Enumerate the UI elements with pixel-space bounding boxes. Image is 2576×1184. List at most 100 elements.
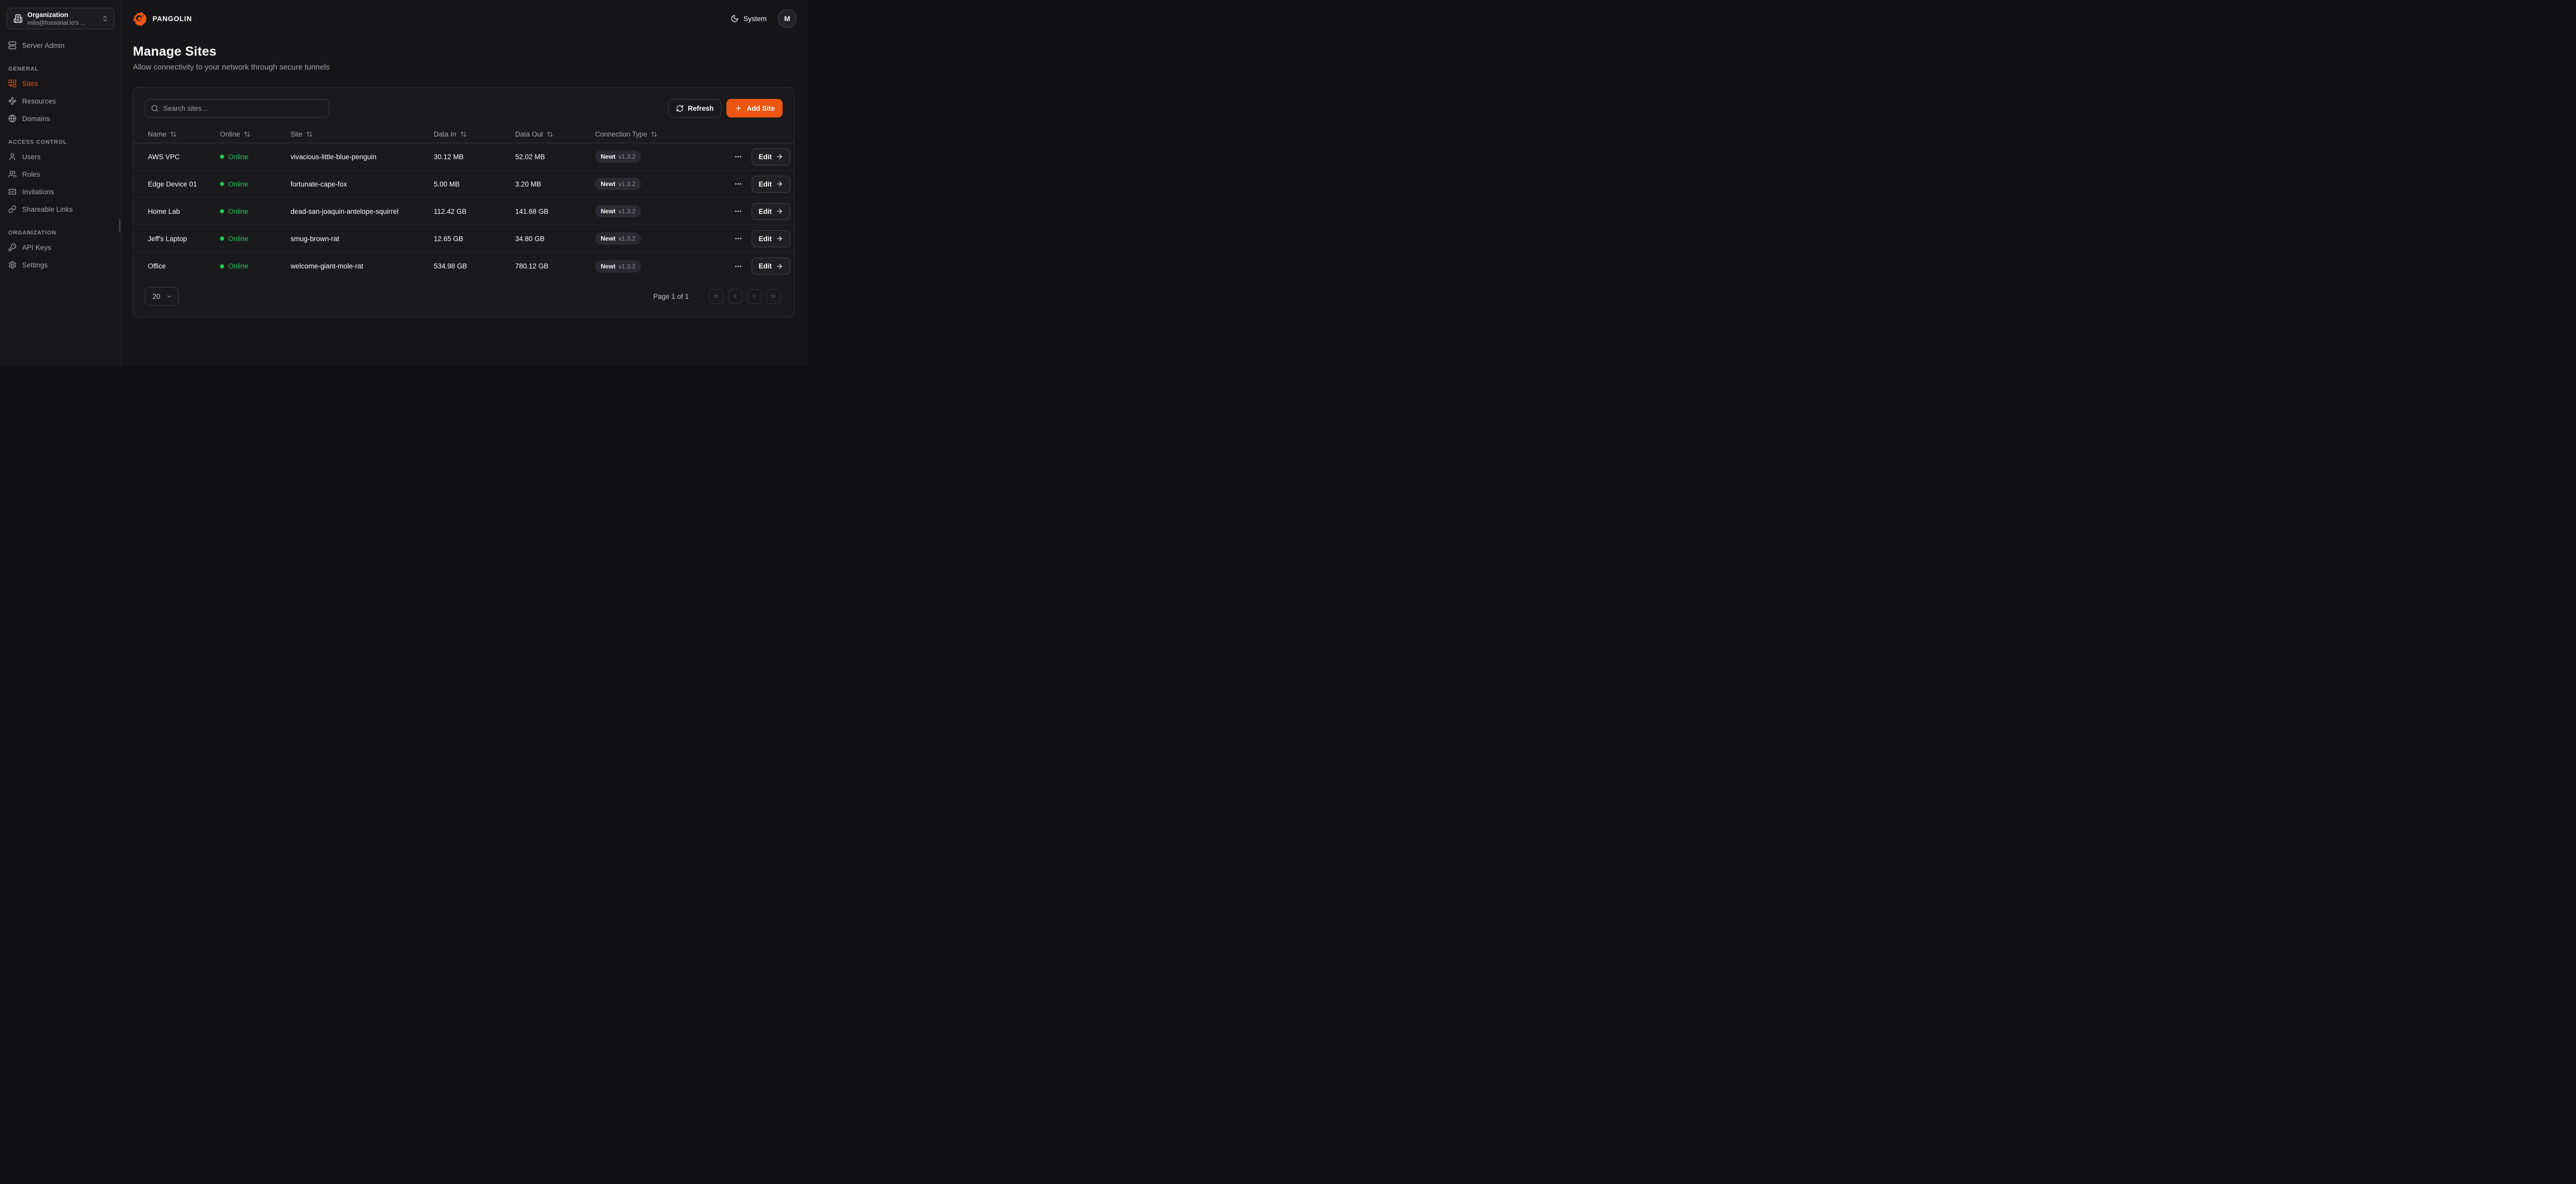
table-row: Home Lab Online dead-san-joaquin-antelop… [133, 198, 794, 225]
connection-type: Newt [601, 208, 616, 215]
globe-icon [8, 114, 16, 123]
sidebar-item-settings[interactable]: Settings [8, 256, 113, 274]
column-header[interactable]: Name [148, 130, 220, 138]
edit-button[interactable]: Edit [752, 176, 791, 193]
users-icon [8, 170, 16, 178]
edit-button[interactable]: Edit [752, 258, 791, 275]
first-page-button[interactable] [709, 289, 723, 304]
nav-section-title: General [8, 66, 113, 72]
sidebar-item-users[interactable]: Users [8, 148, 113, 165]
chevron-right-icon [751, 293, 758, 300]
status-text: Online [228, 153, 248, 161]
sidebar-item-label: Shareable Links [22, 206, 73, 213]
sidebar-nav: Server Admin General Sites Resources Domains… [0, 29, 121, 274]
sidebar-item-roles[interactable]: Roles [8, 165, 113, 183]
data-in-value: 5.00 MB [434, 180, 515, 188]
online-dot [220, 264, 224, 268]
column-header[interactable]: Data In [434, 130, 515, 138]
column-header[interactable]: Data Out [515, 130, 595, 138]
data-in-value: 112.42 GB [434, 208, 515, 215]
row-menu-button[interactable] [733, 261, 744, 272]
theme-toggle[interactable]: System [731, 14, 767, 23]
connection-type: Newt [601, 263, 616, 270]
row-menu-button[interactable] [733, 233, 744, 244]
waypoints-icon [8, 97, 16, 105]
row-menu-button[interactable] [733, 151, 744, 162]
sidebar-item-label: Resources [22, 97, 56, 105]
sidebar-item-server-admin[interactable]: Server Admin [8, 37, 113, 54]
row-menu-button[interactable] [733, 178, 744, 190]
user-icon [8, 153, 16, 161]
column-header[interactable]: Online [220, 130, 291, 138]
sidebar-item-domains[interactable]: Domains [8, 110, 113, 127]
table-toolbar: Refresh Add Site [133, 99, 794, 117]
last-page-button[interactable] [766, 289, 781, 304]
key-icon [8, 243, 16, 251]
column-header[interactable]: Connection Type [595, 130, 717, 138]
connection-type-badge: Newt v1.3.2 [595, 150, 641, 163]
theme-label: System [743, 15, 767, 23]
sidebar-item-sites[interactable]: Sites [8, 75, 113, 92]
sidebar-item-label: Invitations [22, 188, 54, 196]
arrow-right-icon [776, 153, 783, 160]
site-slug: smug-brown-rat [291, 235, 434, 243]
arrow-right-icon [776, 235, 783, 242]
online-dot [220, 182, 224, 186]
page-info: Page 1 of 1 [653, 293, 689, 300]
sidebar-item-label: Roles [22, 171, 40, 178]
brand[interactable]: PANGOLIN [133, 11, 192, 26]
topbar: PANGOLIN System M [122, 0, 808, 37]
org-switcher[interactable]: Organization milo@fossorial.io's ... [7, 8, 114, 29]
org-value: milo@fossorial.io's ... [27, 19, 101, 27]
edit-button[interactable]: Edit [752, 230, 791, 247]
connection-version: v1.3.2 [619, 235, 636, 242]
sidebar-scrollbar[interactable] [119, 219, 121, 232]
column-header[interactable]: Site [291, 130, 434, 138]
avatar[interactable]: M [778, 9, 796, 28]
ticket-check-icon [8, 188, 16, 196]
connection-type-badge: Newt v1.3.2 [595, 205, 641, 217]
status-text: Online [228, 235, 248, 243]
chevrons-right-icon [770, 293, 777, 300]
sidebar-item-api-keys[interactable]: API Keys [8, 239, 113, 256]
data-in-value: 30.12 MB [434, 153, 515, 161]
add-site-button[interactable]: Add Site [726, 99, 783, 117]
building-icon [13, 14, 23, 23]
sidebar-item-label: Settings [22, 261, 48, 269]
chevrons-left-icon [713, 293, 720, 300]
connection-version: v1.3.2 [619, 180, 636, 188]
search-input[interactable] [163, 105, 323, 112]
data-in-value: 12.65 GB [434, 235, 515, 243]
arrow-up-down-icon [651, 131, 657, 138]
chevrons-up-down-icon [101, 15, 109, 22]
sidebar-item-invitations[interactable]: Invitations [8, 183, 113, 200]
connection-type-badge: Newt v1.3.2 [595, 178, 641, 190]
sidebar-item-shareable-links[interactable]: Shareable Links [8, 200, 113, 218]
site-status: Online [220, 180, 291, 188]
gear-icon [8, 261, 16, 269]
data-out-value: 780.12 GB [515, 262, 595, 270]
refresh-button[interactable]: Refresh [668, 99, 721, 117]
connection-version: v1.3.2 [619, 208, 636, 215]
prev-page-button[interactable] [728, 289, 742, 304]
arrow-up-down-icon [170, 131, 177, 138]
online-dot [220, 209, 224, 213]
sidebar-item-label: Server Admin [22, 42, 64, 49]
site-name: Home Lab [148, 208, 220, 215]
page-size-select[interactable]: 20 [145, 287, 179, 306]
edit-button[interactable]: Edit [752, 148, 791, 165]
table-body: AWS VPC Online vivacious-little-blue-pen… [133, 143, 794, 280]
arrow-right-icon [776, 180, 783, 188]
row-menu-button[interactable] [733, 206, 744, 217]
next-page-button[interactable] [747, 289, 761, 304]
sidebar-item-resources[interactable]: Resources [8, 92, 113, 110]
edit-button[interactable]: Edit [752, 203, 791, 220]
search-box [145, 99, 329, 117]
table-row: Jeff's Laptop Online smug-brown-rat 12.6… [133, 225, 794, 252]
connection-version: v1.3.2 [619, 153, 636, 160]
site-slug: dead-san-joaquin-antelope-squirrel [291, 208, 434, 215]
connection-type: Newt [601, 153, 616, 160]
pagination: 20 Page 1 of 1 [133, 287, 794, 306]
data-in-value: 534.98 GB [434, 262, 515, 270]
site-status: Online [220, 262, 291, 270]
